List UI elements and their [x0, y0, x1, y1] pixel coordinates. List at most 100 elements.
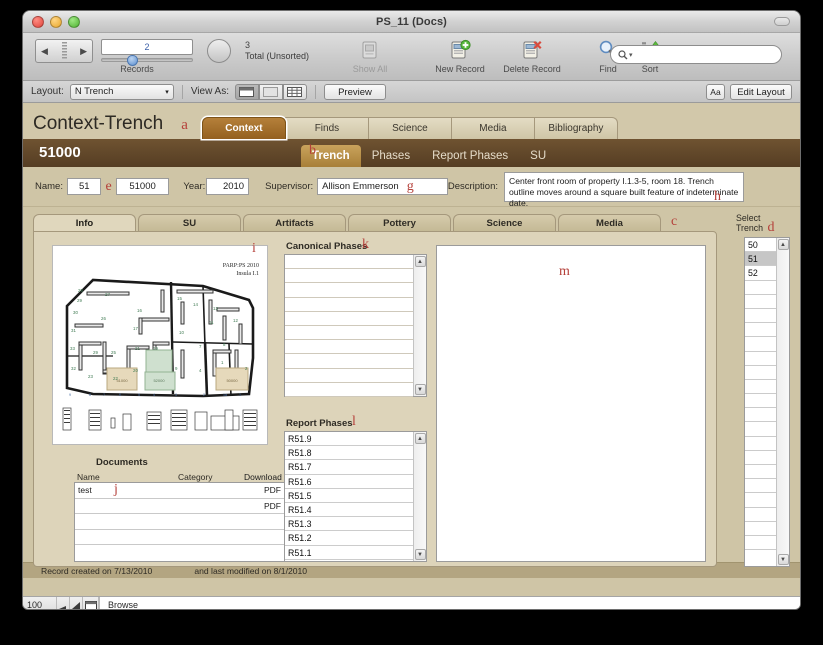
document-download-link[interactable]: PDF	[245, 501, 285, 511]
report-phases-scrollbar[interactable]: ▲ ▼	[413, 432, 426, 561]
previous-record-icon[interactable]: ◀	[36, 46, 53, 57]
list-item[interactable]: R51.6	[285, 475, 413, 489]
tab-media[interactable]: Media	[450, 117, 535, 139]
scroll-down-icon[interactable]: ▼	[777, 554, 789, 565]
view-as-form-button[interactable]	[234, 83, 259, 100]
list-item[interactable]	[745, 309, 776, 324]
list-item[interactable]	[745, 536, 776, 551]
record-book-control[interactable]: ◀ ▶	[35, 39, 93, 63]
list-item[interactable]: R51.3	[285, 517, 413, 532]
list-item[interactable]: R51.2	[285, 531, 413, 546]
list-item[interactable]: R51.5	[285, 489, 413, 503]
current-record-number[interactable]: 2	[101, 39, 193, 55]
preview-button[interactable]: Preview	[323, 83, 386, 100]
text-size-button[interactable]: Aa	[706, 83, 725, 100]
list-item[interactable]	[745, 337, 776, 352]
search-chevron-icon[interactable]: ▾	[629, 51, 633, 59]
table-row[interactable]: PDF	[75, 499, 285, 514]
content-tab-pottery[interactable]: Pottery	[348, 214, 451, 232]
zoom-level[interactable]: 100	[23, 597, 57, 609]
list-item[interactable]	[285, 369, 413, 383]
list-item[interactable]: R51.1	[285, 546, 413, 560]
list-item[interactable]	[745, 493, 776, 508]
list-item[interactable]: 52	[745, 266, 776, 281]
list-item[interactable]: R51.4	[285, 503, 413, 518]
content-tab-info[interactable]: Info	[33, 214, 136, 232]
list-item[interactable]	[285, 560, 413, 574]
list-item[interactable]	[745, 522, 776, 536]
list-item[interactable]	[285, 326, 413, 341]
select-trench-list[interactable]: 50 51 52 ▲ ▼	[744, 237, 790, 567]
list-item[interactable]: 50	[745, 238, 776, 253]
content-tab-artifacts[interactable]: Artifacts	[243, 214, 346, 232]
list-item[interactable]	[285, 283, 413, 298]
subtab-phases[interactable]: Phases	[361, 145, 421, 167]
zoom-out-icon[interactable]	[57, 597, 70, 609]
list-item[interactable]	[745, 352, 776, 366]
name-field[interactable]: 51	[66, 178, 102, 195]
list-item[interactable]: R51.7	[285, 460, 413, 475]
document-download-link[interactable]: PDF	[245, 485, 285, 495]
subtab-su[interactable]: SU	[519, 145, 557, 167]
list-item[interactable]	[745, 550, 776, 564]
tab-science[interactable]: Science	[367, 117, 452, 139]
show-all-button[interactable]: Show All	[335, 39, 405, 74]
tab-finds[interactable]: Finds	[284, 117, 369, 139]
content-tab-su[interactable]: SU	[138, 214, 241, 232]
scroll-up-icon[interactable]: ▲	[414, 433, 426, 444]
list-item[interactable]	[285, 269, 413, 284]
next-record-icon[interactable]: ▶	[75, 46, 92, 57]
report-phases-list[interactable]: R51.9 R51.8 R51.7 R51.6 R51.5 R51.4 R51.…	[284, 431, 427, 562]
tab-context[interactable]: Context	[201, 117, 286, 139]
list-item[interactable]	[745, 408, 776, 423]
list-item[interactable]	[745, 366, 776, 380]
toolbar-toggle-button[interactable]	[774, 17, 790, 26]
canonical-phases-list[interactable]: ▲ ▼	[284, 254, 427, 397]
zoom-in-icon[interactable]	[70, 597, 83, 609]
new-record-button[interactable]: New Record	[425, 39, 495, 74]
description-field[interactable]: Center front room of property I.1.3-5, r…	[504, 171, 744, 208]
tab-bibliography[interactable]: Bibliography	[533, 117, 618, 139]
list-item[interactable]	[745, 479, 776, 494]
list-item[interactable]	[285, 255, 413, 270]
list-item[interactable]	[745, 465, 776, 480]
list-item[interactable]	[745, 295, 776, 309]
scroll-down-icon[interactable]: ▼	[414, 549, 426, 560]
table-row[interactable]: test PDF	[75, 483, 285, 499]
subtab-report-phases[interactable]: Report Phases	[421, 145, 519, 167]
search-input[interactable]: ▾	[610, 45, 782, 64]
delete-record-button[interactable]: Delete Record	[497, 39, 567, 74]
list-item[interactable]: R51.8	[285, 446, 413, 461]
list-item[interactable]	[285, 298, 413, 312]
record-slider[interactable]	[101, 55, 193, 66]
found-set-dial-icon[interactable]	[207, 39, 231, 63]
year-field[interactable]: 2010	[205, 178, 250, 195]
table-row[interactable]	[75, 514, 285, 530]
table-row[interactable]	[75, 545, 285, 561]
list-item[interactable]: R51.9	[285, 432, 413, 447]
scroll-up-icon[interactable]: ▲	[777, 239, 789, 250]
layout-select[interactable]: N Trench ▾	[69, 83, 174, 100]
list-item[interactable]	[285, 340, 413, 355]
canonical-phases-scrollbar[interactable]: ▲ ▼	[413, 255, 426, 396]
content-tab-media[interactable]: Media	[558, 214, 661, 232]
list-item[interactable]	[745, 451, 776, 465]
supervisor-field[interactable]: Allison Emmerson g	[317, 178, 448, 195]
list-item[interactable]	[745, 394, 776, 409]
mode-label[interactable]: Browse	[100, 600, 138, 609]
edit-layout-button[interactable]: Edit Layout	[730, 83, 792, 100]
list-item[interactable]	[745, 422, 776, 437]
list-item-selected[interactable]: 51	[745, 252, 776, 267]
list-item[interactable]	[285, 354, 413, 369]
context-id-field[interactable]: 51000	[115, 178, 170, 195]
list-item[interactable]	[745, 281, 776, 295]
table-row[interactable]	[75, 530, 285, 545]
select-trench-scrollbar[interactable]: ▲ ▼	[776, 238, 789, 566]
list-item[interactable]	[285, 312, 413, 326]
status-toolbar-toggle-icon[interactable]	[83, 597, 99, 609]
list-item[interactable]	[745, 380, 776, 395]
detail-pane[interactable]: m	[436, 245, 706, 562]
scroll-down-icon[interactable]: ▼	[414, 384, 426, 395]
content-tab-science[interactable]: Science	[453, 214, 556, 232]
view-as-list-button[interactable]	[258, 83, 283, 100]
